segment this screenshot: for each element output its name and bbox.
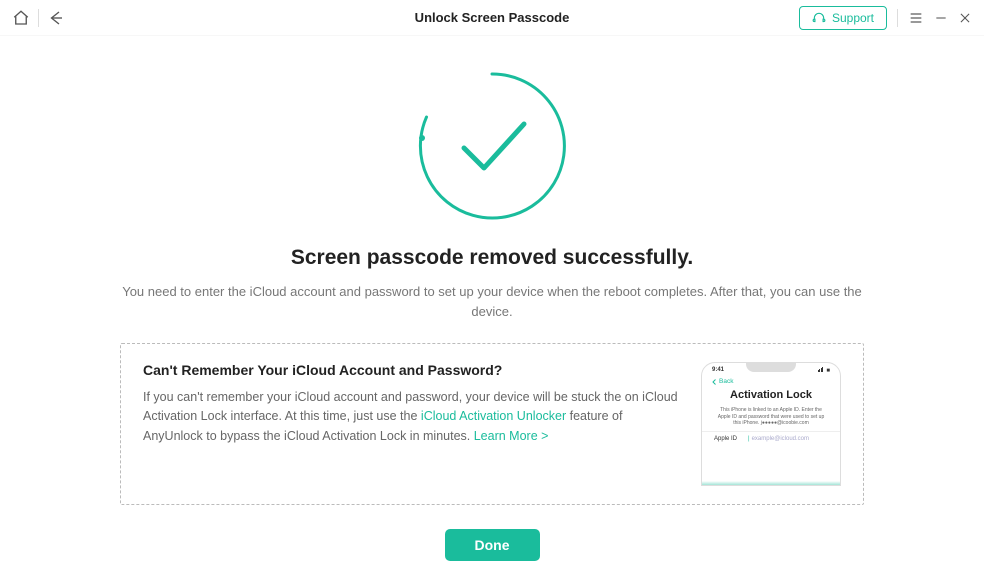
info-description: If you can't remember your iCloud accoun… <box>143 388 681 446</box>
phone-screen-title: Activation Lock <box>702 389 840 401</box>
info-box: Can't Remember Your iCloud Account and P… <box>120 343 864 505</box>
menu-icon[interactable] <box>908 10 924 26</box>
window-title: Unlock Screen Passcode <box>415 10 570 25</box>
phone-back-button: Back <box>702 376 840 387</box>
phone-time: 9:41 <box>712 367 724 374</box>
learn-more-link[interactable]: Learn More > <box>474 429 549 443</box>
phone-preview: 9:41 ■ Back Activation Lock This iPhone … <box>701 362 841 486</box>
close-icon[interactable] <box>958 11 972 25</box>
back-icon[interactable] <box>47 9 65 27</box>
phone-field-label: Apple ID <box>714 436 748 442</box>
success-checkmark-icon <box>412 66 572 226</box>
home-icon[interactable] <box>12 9 30 27</box>
phone-body-text: This iPhone is linked to an Apple ID. En… <box>702 401 840 431</box>
support-button[interactable]: Support <box>799 6 887 30</box>
divider <box>897 9 898 27</box>
icloud-unlocker-link[interactable]: iCloud Activation Unlocker <box>421 409 566 423</box>
done-button[interactable]: Done <box>445 529 540 561</box>
minimize-icon[interactable] <box>934 11 948 25</box>
phone-field-placeholder: example@icloud.com <box>752 436 809 442</box>
info-title: Can't Remember Your iCloud Account and P… <box>143 362 681 378</box>
divider <box>38 9 39 27</box>
headset-icon <box>812 11 826 25</box>
success-subtext: You need to enter the iCloud account and… <box>122 282 862 321</box>
phone-status-icons: ■ <box>818 367 830 374</box>
support-label: Support <box>832 11 874 25</box>
success-heading: Screen passcode removed successfully. <box>40 246 944 270</box>
